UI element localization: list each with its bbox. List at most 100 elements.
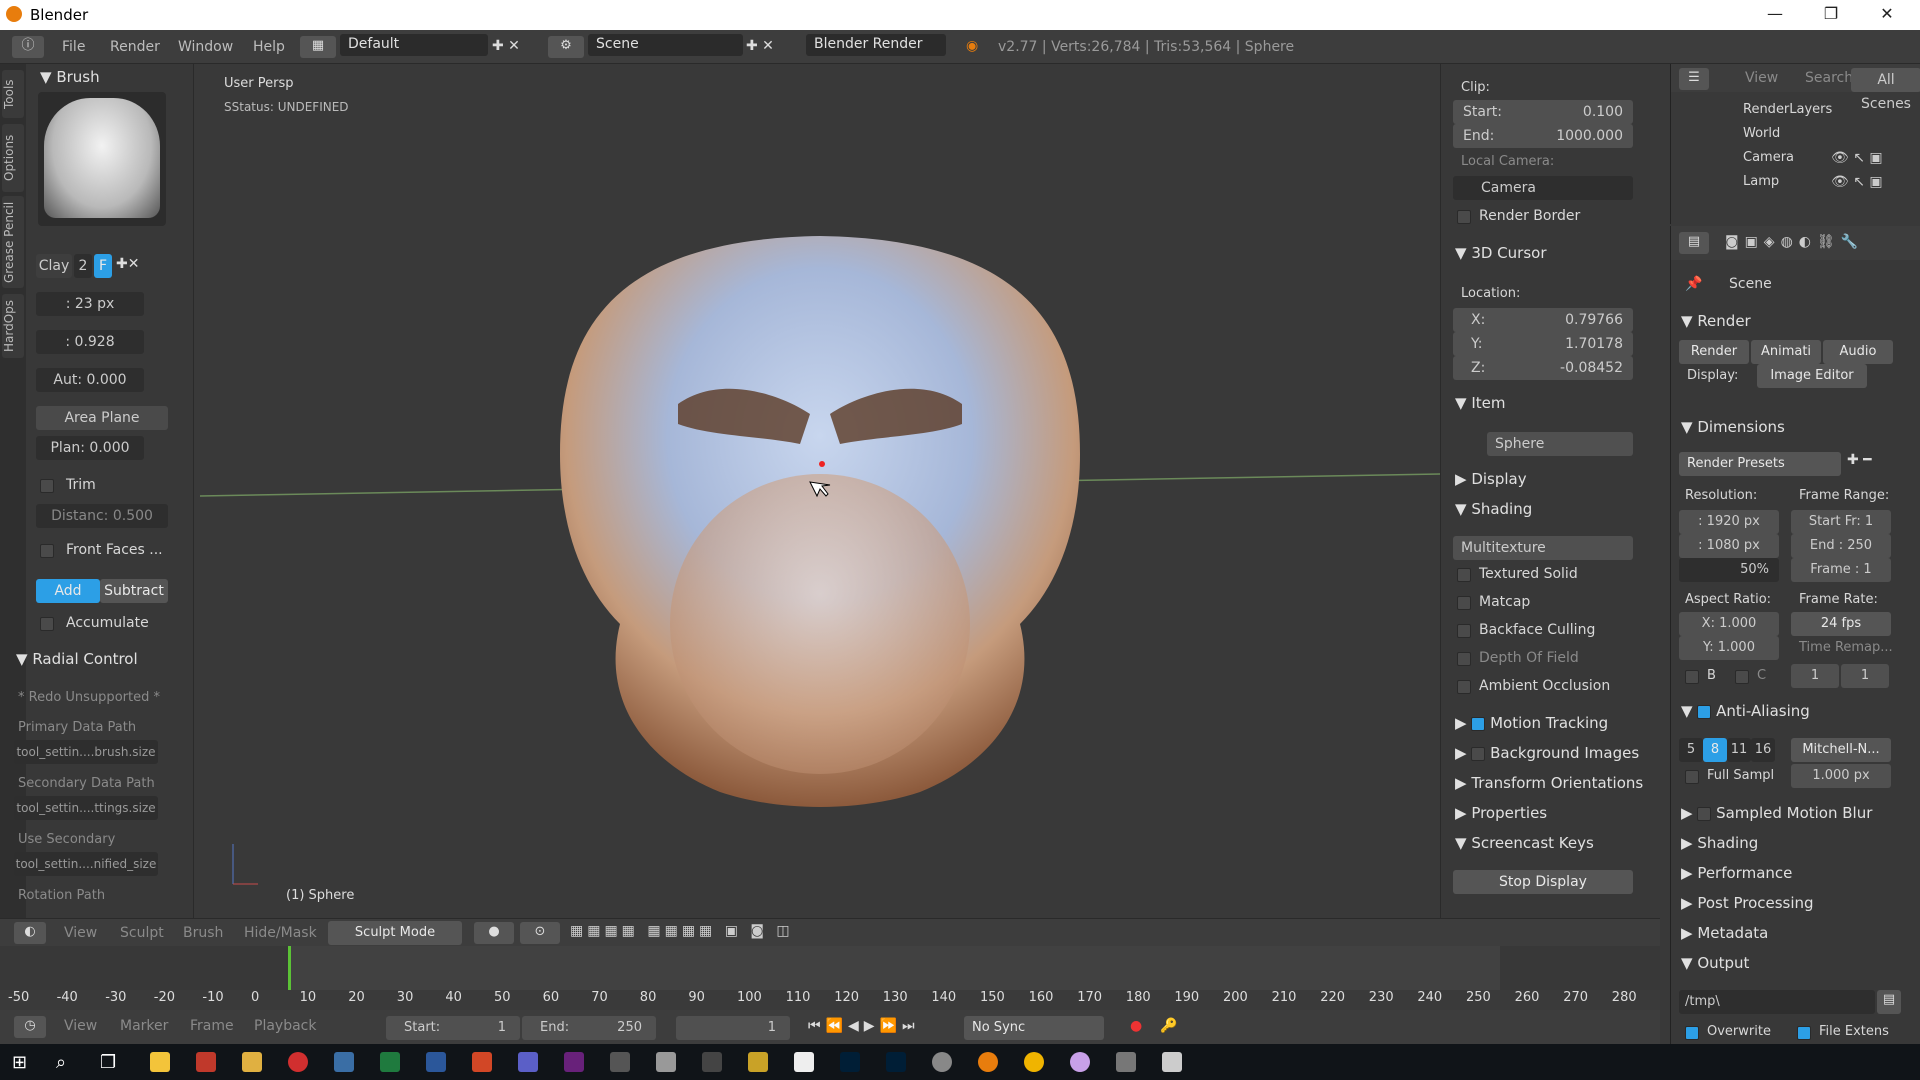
properties-type-icon[interactable]: ▤ [1679,232,1709,254]
menu-render[interactable]: Render [110,39,160,55]
timeline-frame-menu[interactable]: Frame [190,1018,234,1034]
app-icon[interactable] [1116,1052,1136,1072]
outliner-item[interactable]: Lamp [1743,174,1779,189]
autosmooth-field[interactable]: Aut: 0.000 [36,368,144,392]
folder-icon[interactable] [242,1052,262,1072]
3d-viewport[interactable]: User Persp SStatus: UNDEFINED (1) Sphere [200,64,1440,918]
item-name-field[interactable]: Sphere [1487,432,1633,456]
playback-controls[interactable]: ⏮⏪◀▶⏩⏭ [808,1018,920,1034]
aspect-x-field[interactable]: X: 1.000 [1679,612,1779,636]
app-icon[interactable] [1162,1052,1182,1072]
outliner-view-menu[interactable]: View [1745,70,1778,86]
aa-11-button[interactable]: 11 [1727,738,1751,762]
front-faces-checkbox[interactable] [40,544,54,558]
distance-field[interactable]: Distanc: 0.500 [36,504,168,528]
crop-checkbox[interactable] [1735,670,1749,684]
current-frame-marker[interactable] [288,946,291,990]
excel-icon[interactable] [380,1052,400,1072]
radial-control-header[interactable]: ▼ Radial Control [16,650,138,668]
display-select[interactable]: Image Editor [1757,364,1867,388]
scene-icon[interactable]: ⚙ [548,36,584,58]
chrome-icon[interactable] [1024,1052,1044,1072]
post-processing-header[interactable]: ▶ Post Processing [1681,894,1814,912]
pin-icon[interactable]: 📌 [1685,276,1702,292]
strength-field[interactable]: : 0.928 [36,330,144,354]
ao-checkbox[interactable] [1457,680,1471,694]
powerpoint-icon[interactable] [472,1052,492,1072]
app-icon[interactable] [334,1052,354,1072]
res-y-field[interactable]: : 1080 px [1679,534,1779,558]
menu-brush[interactable]: Brush [183,925,223,941]
layout-icon[interactable]: ▦ [300,36,336,58]
app-icon[interactable] [748,1052,768,1072]
output-path-field[interactable]: /tmp\ [1679,990,1875,1014]
task-view-icon[interactable]: ❐ [100,1052,116,1073]
motion-tracking-header[interactable]: ▶ Motion Tracking [1455,714,1608,732]
outliner-search-menu[interactable]: Search [1805,70,1853,86]
brush-new-close-icons[interactable]: ✚✕ [116,256,139,272]
start-frame-field[interactable]: Start: 1 [386,1016,520,1040]
res-percent-slider[interactable]: 50% [1679,558,1779,582]
shading-panel-header[interactable]: ▶ Shading [1681,834,1758,852]
app-icon[interactable] [932,1052,952,1072]
render-engine-selector[interactable]: Blender Render [806,34,946,56]
background-images-header[interactable]: ▶ Background Images [1455,744,1639,762]
outliner-item[interactable]: RenderLayers [1743,102,1832,117]
frame-step-field[interactable]: Frame : 1 [1791,558,1891,582]
word-icon[interactable] [426,1052,446,1072]
cursor-y-field[interactable]: Y: 1.70178 [1453,332,1633,356]
cursor-z-field[interactable]: Z: -0.08452 [1453,356,1633,380]
maximize-button[interactable]: ❐ [1808,0,1854,30]
search-icon[interactable]: ⌕ [56,1052,66,1073]
app-icon[interactable] [1070,1052,1090,1072]
motion-blur-checkbox[interactable] [1697,806,1712,821]
outliner-item[interactable]: Camera [1743,150,1794,165]
motion-tracking-checkbox[interactable] [1471,716,1486,731]
tab-grease-pencil[interactable]: Grease Pencil [2,196,24,288]
app-icon[interactable] [656,1052,676,1072]
pivot-icon[interactable]: ⊙ [520,922,560,944]
metadata-header[interactable]: ▶ Metadata [1681,924,1768,942]
menu-view[interactable]: View [64,925,97,941]
sculpt-plane-select[interactable]: Area Plane [36,406,168,430]
audio-button[interactable]: Audio [1823,340,1893,364]
tab-hardops[interactable]: HardOps [2,294,24,358]
add-layout-icon[interactable]: ✚ ✕ [492,38,520,54]
use-secondary-field[interactable]: tool_settin....nified_size [14,852,158,876]
item-header[interactable]: ▼ Item [1455,394,1505,412]
time-remap-new[interactable]: 1 [1841,664,1889,688]
radius-field[interactable]: : 23 px [36,292,144,316]
sync-select[interactable]: No Sync [964,1016,1104,1040]
aspect-y-field[interactable]: Y: 1.000 [1679,636,1779,660]
timeline[interactable] [0,946,1660,1010]
backface-checkbox[interactable] [1457,624,1471,638]
layout-selector[interactable]: Default [340,34,488,56]
menu-sculpt[interactable]: Sculpt [120,925,164,941]
app-icon[interactable] [702,1052,722,1072]
tab-options[interactable]: Options [2,124,24,192]
timeline-marker-menu[interactable]: Marker [120,1018,168,1034]
aa-16-button[interactable]: 16 [1751,738,1775,762]
record-app-icon[interactable] [288,1052,308,1072]
app-icon[interactable] [794,1052,814,1072]
render-border-checkbox[interactable] [1457,210,1471,224]
minimize-button[interactable]: — [1752,0,1798,30]
border-checkbox[interactable] [1685,670,1699,684]
viewport-shading-icon[interactable]: ● [474,922,514,944]
dimensions-header[interactable]: ▼ Dimensions [1681,418,1785,436]
timeline-view-menu[interactable]: View [64,1018,97,1034]
properties-header[interactable]: ▶ Properties [1455,804,1547,822]
lamp-visibility-icons[interactable]: 👁 ↖ ▣ [1831,174,1883,190]
plane-offset-field[interactable]: Plan: 0.000 [36,436,144,460]
stop-display-button[interactable]: Stop Display [1453,870,1633,894]
aa-5-button[interactable]: 5 [1679,738,1703,762]
timeline-type-icon[interactable]: ◷ [14,1016,46,1038]
file-explorer-icon[interactable] [150,1052,170,1072]
close-button[interactable]: ✕ [1864,0,1910,30]
screencast-header[interactable]: ▼ Screencast Keys [1455,834,1594,852]
shading-header[interactable]: ▼ Shading [1455,500,1532,518]
motion-blur-header[interactable]: ▶ Sampled Motion Blur [1681,804,1872,822]
render-button[interactable]: Render [1679,340,1749,364]
photoshop-icon[interactable] [840,1052,860,1072]
brush-name[interactable]: Clay [36,254,72,278]
